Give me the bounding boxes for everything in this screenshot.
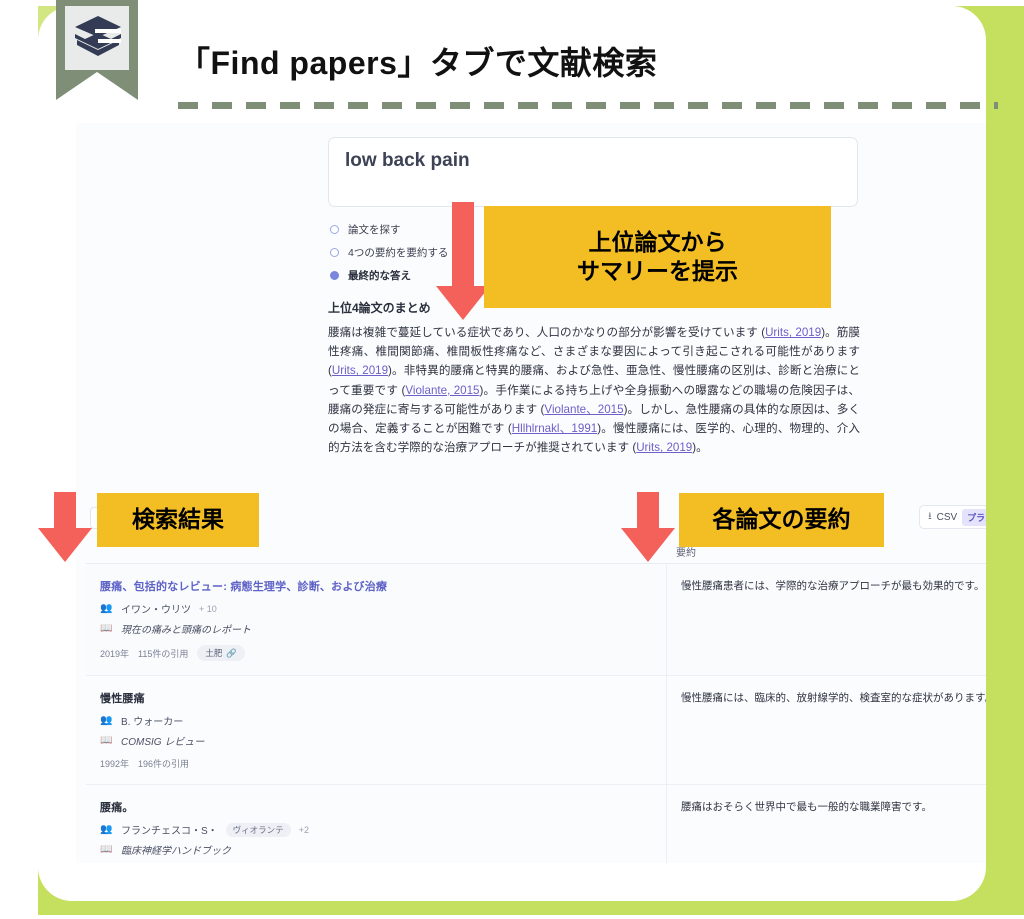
authors-more-count: + 10 (199, 603, 217, 614)
citation-link[interactable]: Urits, 2019 (765, 326, 821, 339)
paper-footer-row: 2019年 115件の引用 土肥 🔗 (100, 645, 652, 661)
link-icon: 🔗 (226, 647, 237, 658)
search-input[interactable]: low back pain (328, 137, 858, 207)
annotation-callout-summary: 上位論文から サマリーを提示 (484, 206, 831, 308)
authors-icon: 👥 (100, 715, 113, 726)
background-white-left (0, 0, 38, 919)
paper-citations: 115件の引用 (138, 648, 189, 659)
author-chip: ヴィオランテ (225, 822, 291, 837)
paper-title[interactable]: 慢性腰痛 (100, 690, 652, 706)
title-divider (178, 102, 998, 109)
journal-icon: 📖 (100, 844, 113, 855)
radio-label: 最終的な答え (348, 270, 411, 282)
authors-more-count: +2 (298, 824, 309, 835)
annotation-callout-paper-summaries: 各論文の要約 (679, 493, 884, 547)
stacked-books-icon (75, 16, 121, 56)
arrow-head (38, 528, 92, 562)
paper-journal: COMSIG レビュー (121, 737, 205, 748)
callout-line-2: サマリーを提示 (577, 258, 738, 284)
summary-heading: 上位4論文のまとめ (328, 301, 431, 315)
radio-label: 論文を探す (348, 224, 401, 236)
summary-seg: )。 (692, 441, 708, 455)
annotation-arrow-paper-summaries (619, 492, 677, 562)
plus-badge: プラス (962, 508, 986, 526)
content-card: low back pain 論文を探す 4つの要約を要約する 最終的な答え 上位… (38, 6, 986, 901)
annotation-callout-results: 検索結果 (97, 493, 259, 547)
arrow-head (621, 528, 675, 562)
citation-link[interactable]: Urits, 2019 (636, 441, 692, 454)
table-row[interactable]: 慢性腰痛 👥 B. ウォーカー 📖 COMSIG レビュー 1992年 196件… (86, 676, 986, 785)
authors-icon: 👥 (100, 824, 113, 835)
csv-label: CSV (936, 511, 958, 523)
arrow-head (436, 286, 490, 320)
paper-authors: B. ウォーカー (121, 717, 184, 728)
paper-journal: 現在の痛みと頭痛のレポート (121, 625, 251, 636)
citation-link[interactable]: Hllhlrnakl、1991 (512, 422, 597, 435)
ribbon-badge (56, 0, 138, 100)
paper-summary-cell: 慢性腰痛には、臨床的、放射線学的、検査室的な症状があります。 (666, 676, 986, 784)
arrow-stem (452, 202, 474, 288)
csv-export-button[interactable]: ⭳ CSV プラス (919, 505, 986, 529)
summary-paragraph: 腰痛は複雑で蔓延している症状であり、人口のかなりの部分が影響を受けています (U… (328, 323, 860, 457)
callout-line-1: 上位論文から (588, 228, 727, 255)
search-input-value: low back pain (345, 150, 470, 171)
radio-circle-icon (330, 248, 339, 257)
radio-circle-selected-icon (330, 271, 339, 280)
paper-year: 1992年 (100, 759, 130, 769)
citation-link[interactable]: Violante, 2015 (405, 384, 479, 397)
journal-icon: 📖 (100, 735, 113, 746)
download-icon: ⭳ (928, 510, 932, 522)
paper-authors: フランチェスコ・S・ (121, 826, 218, 837)
paper-authors: イワン・ウリツ (121, 605, 191, 616)
page-title: 「Find papers」タブで文献検索 (178, 45, 658, 81)
paper-year: 2019年 (100, 648, 130, 659)
paper-journal-row: 📖 現在の痛みと頭痛のレポート (100, 621, 652, 636)
paper-journal-row: 📖 臨床神経学ハンドブック (100, 842, 652, 857)
paper-citations: 196件の引用 (138, 759, 190, 769)
results-table: 腰痛、包括的なレビュー: 病態生理学、診断、および治療 👥 イワン・ウリツ + … (86, 564, 986, 863)
paper-summary-cell: 腰痛はおそらく世界中で最も一般的な職業障害です。 (666, 785, 986, 863)
paper-summary-cell: 慢性腰痛患者には、学際的な治療アプローチが最も効果的です。 (666, 564, 986, 675)
paper-title[interactable]: 腰痛。 (100, 799, 652, 815)
doi-label: 土肥 (205, 648, 223, 658)
paper-authors-row: 👥 フランチェスコ・S・ ヴィオランテ +2 (100, 822, 652, 837)
summary-seg: 腰痛は複雑で蔓延している症状であり、人口のかなりの部分が影響を受けています ( (328, 326, 766, 339)
arrow-stem (637, 492, 659, 530)
annotation-arrow-results (36, 492, 94, 562)
paper-journal: 臨床神経学ハンドブック (121, 846, 231, 857)
background-white-bottom (0, 915, 1024, 919)
page-title-wrap: 「Find papers」タブで文献検索 (178, 38, 938, 84)
paper-authors-row: 👥 B. ウォーカー (100, 713, 652, 728)
paper-footer-row: 1992年 196件の引用 (100, 757, 652, 770)
citation-link[interactable]: Urits, 2019 (332, 364, 388, 377)
citation-link[interactable]: Violante、2015 (544, 403, 623, 416)
slide-header: 「Find papers」タブで文献検索 (38, 0, 998, 111)
paper-journal-row: 📖 COMSIG レビュー (100, 733, 652, 748)
table-row[interactable]: 腰痛、包括的なレビュー: 病態生理学、診断、および治療 👥 イワン・ウリツ + … (86, 564, 986, 676)
doi-chip[interactable]: 土肥 🔗 (197, 645, 245, 661)
table-row[interactable]: 腰痛。 👥 フランチェスコ・S・ ヴィオランテ +2 📖 臨床神経学ハンドブック… (86, 785, 986, 863)
paper-cell: 慢性腰痛 👥 B. ウォーカー 📖 COMSIG レビュー 1992年 196件… (86, 676, 666, 784)
paper-cell: 腰痛。 👥 フランチェスコ・S・ ヴィオランテ +2 📖 臨床神経学ハンドブック… (86, 785, 666, 863)
paper-title-link[interactable]: 腰痛、包括的なレビュー: 病態生理学、診断、および治療 (100, 578, 652, 594)
radio-circle-icon (330, 225, 339, 234)
journal-icon: 📖 (100, 623, 113, 634)
arrow-stem (54, 492, 76, 530)
paper-cell: 腰痛、包括的なレビュー: 病態生理学、診断、および治療 👥 イワン・ウリツ + … (86, 564, 666, 675)
paper-authors-row: 👥 イワン・ウリツ + 10 (100, 601, 652, 616)
authors-icon: 👥 (100, 603, 113, 614)
